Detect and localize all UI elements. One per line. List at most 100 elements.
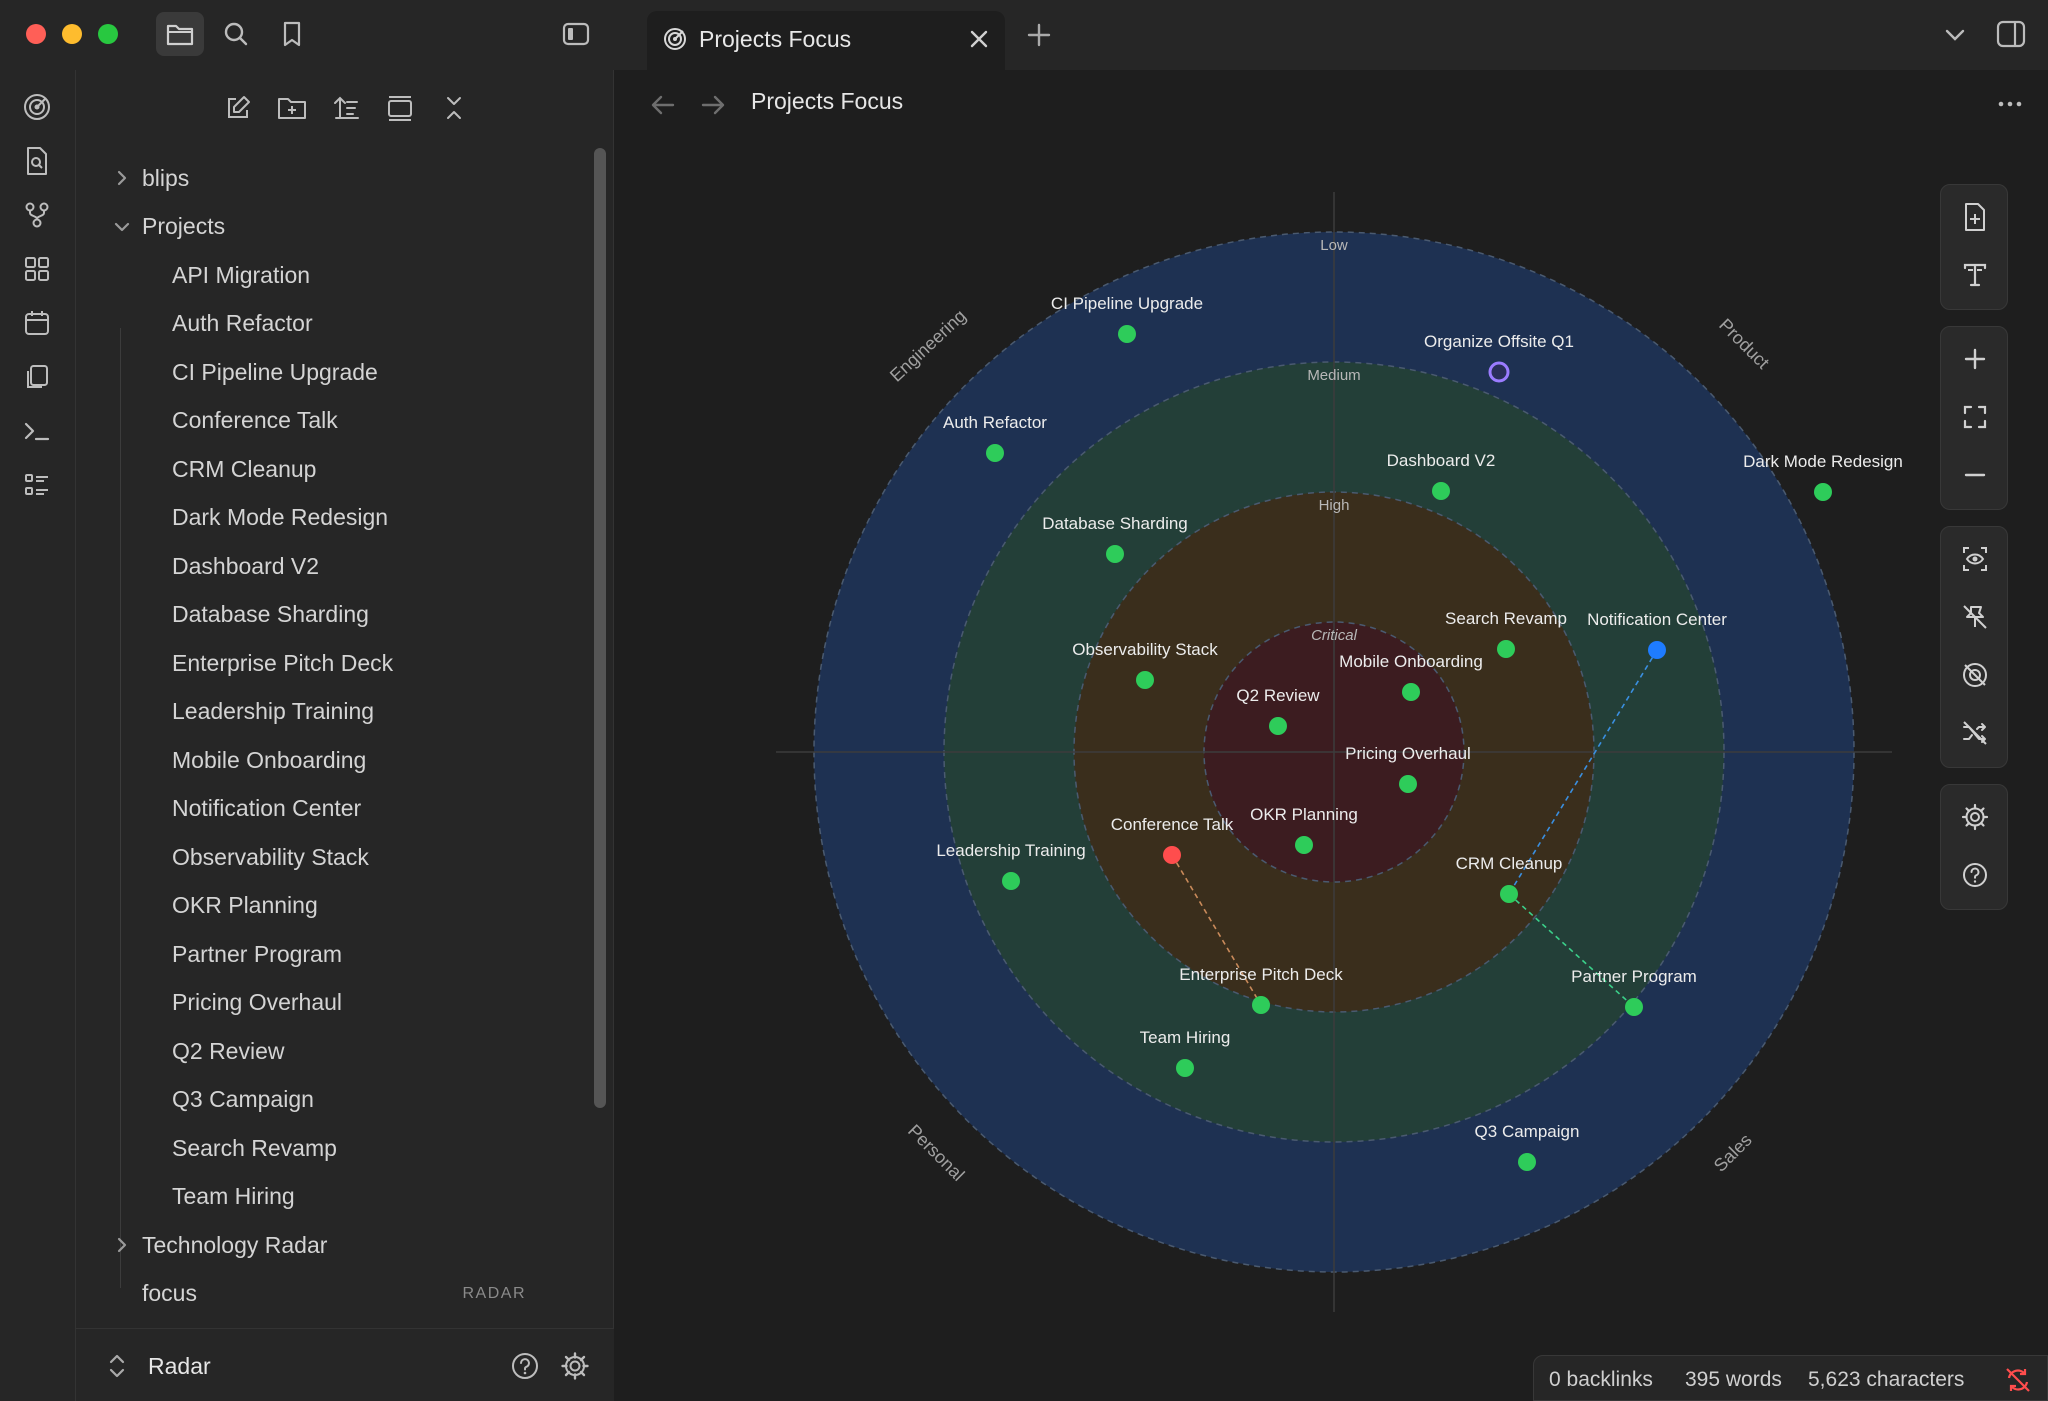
tree-item-project[interactable]: Pricing Overhaul bbox=[172, 983, 526, 1023]
blip-dot[interactable] bbox=[1814, 483, 1832, 501]
blip-dot[interactable] bbox=[1518, 1153, 1536, 1171]
settings-gear-icon[interactable] bbox=[560, 1351, 590, 1381]
sort-button[interactable] bbox=[328, 90, 364, 126]
auto-reveal-button[interactable] bbox=[382, 90, 418, 126]
add-note-button[interactable] bbox=[1957, 199, 1993, 235]
tree-item-project[interactable]: API Migration bbox=[172, 255, 526, 295]
fit-to-screen-button[interactable] bbox=[1957, 399, 1993, 435]
blip-dot[interactable] bbox=[1163, 846, 1181, 864]
tree-item-project[interactable]: Leadership Training bbox=[172, 692, 526, 732]
focus-view-button[interactable] bbox=[1957, 541, 1993, 577]
new-tab-icon[interactable] bbox=[1024, 20, 1054, 50]
blip-dot[interactable] bbox=[1488, 361, 1510, 383]
blip-dot[interactable] bbox=[1252, 996, 1270, 1014]
minimize-window-button[interactable] bbox=[62, 24, 82, 44]
add-text-button[interactable] bbox=[1957, 257, 1993, 293]
radar-view-button[interactable] bbox=[20, 90, 54, 124]
maximize-icon bbox=[1963, 405, 1987, 429]
tree-folder-technology-radar[interactable]: Technology Radar bbox=[117, 1225, 526, 1265]
chevron-right-icon[interactable] bbox=[112, 1235, 132, 1255]
file-explorer-button[interactable] bbox=[156, 12, 204, 56]
zoom-out-button[interactable] bbox=[1957, 457, 1993, 493]
tree-folder-projects[interactable]: Projects bbox=[114, 207, 526, 247]
tree-item-project[interactable]: Observability Stack bbox=[172, 837, 526, 877]
close-window-button[interactable] bbox=[26, 24, 46, 44]
tree-item-project[interactable]: Database Sharding bbox=[172, 595, 526, 635]
vault-switcher[interactable]: Radar bbox=[76, 1328, 614, 1401]
blip-dot[interactable] bbox=[1106, 545, 1124, 563]
tree-item-file[interactable]: focus RADAR bbox=[142, 1274, 526, 1314]
radar-off-icon bbox=[1963, 663, 1987, 687]
blip-dot[interactable] bbox=[1432, 482, 1450, 500]
toggle-sidebar-button[interactable] bbox=[552, 12, 600, 56]
chevron-down-icon[interactable] bbox=[112, 217, 132, 237]
help-icon[interactable] bbox=[510, 1351, 540, 1381]
daily-notes-button[interactable] bbox=[20, 306, 54, 340]
tree-item-project[interactable]: Dashboard V2 bbox=[172, 546, 526, 586]
collapse-all-button[interactable] bbox=[436, 90, 472, 126]
graph-view-button[interactable] bbox=[20, 198, 54, 232]
tab-projects-focus[interactable]: Projects Focus bbox=[647, 11, 1005, 70]
blip-dot[interactable] bbox=[1136, 671, 1154, 689]
tree-folder-blips[interactable]: blips bbox=[117, 158, 526, 198]
close-tab-icon[interactable] bbox=[965, 25, 993, 53]
tree-item-project[interactable]: Partner Program bbox=[172, 934, 526, 974]
tree-item-project[interactable]: CI Pipeline Upgrade bbox=[172, 352, 526, 392]
blip-dot[interactable] bbox=[986, 444, 1004, 462]
tree-item-project[interactable]: Search Revamp bbox=[172, 1128, 526, 1168]
new-folder-button[interactable] bbox=[274, 90, 310, 126]
templates-button[interactable] bbox=[20, 360, 54, 394]
sidebar-scrollbar[interactable] bbox=[594, 148, 606, 1108]
tree-item-project[interactable]: Q2 Review bbox=[172, 1031, 526, 1071]
blip-dot[interactable] bbox=[1269, 717, 1287, 735]
radar-icon bbox=[24, 94, 50, 120]
chevron-up-down-icon bbox=[109, 1354, 125, 1378]
tree-item-project[interactable]: Conference Talk bbox=[172, 401, 526, 441]
tree-item-project[interactable]: Notification Center bbox=[172, 789, 526, 829]
tree-item-label: Notification Center bbox=[172, 795, 362, 821]
new-note-button[interactable] bbox=[220, 90, 256, 126]
back-arrow-icon[interactable] bbox=[648, 90, 678, 120]
blip-dot[interactable] bbox=[1118, 325, 1136, 343]
tree-item-project[interactable]: Enterprise Pitch Deck bbox=[172, 643, 526, 683]
blip-dot[interactable] bbox=[1625, 998, 1643, 1016]
search-notes-button[interactable] bbox=[20, 144, 54, 178]
blip-label: Pricing Overhaul bbox=[1345, 744, 1471, 763]
canvas-button[interactable] bbox=[20, 252, 54, 286]
blip-dot[interactable] bbox=[1497, 640, 1515, 658]
toggle-links-button[interactable] bbox=[1957, 715, 1993, 751]
blip-dot[interactable] bbox=[1002, 872, 1020, 890]
tree-item-project[interactable]: Dark Mode Redesign bbox=[172, 498, 526, 538]
maximize-window-button[interactable] bbox=[98, 24, 118, 44]
tree-item-file[interactable]: Full radarRADAR bbox=[142, 1322, 526, 1325]
tree-item-project[interactable]: Auth Refactor bbox=[172, 304, 526, 344]
blip-dot[interactable] bbox=[1500, 885, 1518, 903]
chevron-right-icon[interactable] bbox=[112, 168, 132, 188]
radar-settings-button[interactable] bbox=[1957, 799, 1993, 835]
tree-item-project[interactable]: Mobile Onboarding bbox=[172, 740, 526, 780]
search-button[interactable] bbox=[212, 12, 260, 56]
tree-item-project[interactable]: OKR Planning bbox=[172, 886, 526, 926]
file-search-icon bbox=[27, 147, 47, 175]
tree-item-project[interactable]: Team Hiring bbox=[172, 1177, 526, 1217]
toggle-pins-button[interactable] bbox=[1957, 599, 1993, 635]
sync-off-icon[interactable] bbox=[2004, 1366, 2032, 1394]
right-sidebar-toggle-icon[interactable] bbox=[1996, 20, 2026, 48]
forward-arrow-icon[interactable] bbox=[698, 90, 728, 120]
command-palette-button[interactable] bbox=[20, 414, 54, 448]
zoom-in-button[interactable] bbox=[1957, 341, 1993, 377]
radar-help-button[interactable] bbox=[1957, 857, 1993, 893]
tree-item-project[interactable]: CRM Cleanup bbox=[172, 449, 526, 489]
outline-button[interactable] bbox=[20, 468, 54, 502]
backlinks-count[interactable]: 0 backlinks bbox=[1549, 1368, 1653, 1392]
blip-dot[interactable] bbox=[1176, 1059, 1194, 1077]
toggle-rings-button[interactable] bbox=[1957, 657, 1993, 693]
bookmarks-button[interactable] bbox=[268, 12, 316, 56]
more-options-icon[interactable] bbox=[1996, 90, 2024, 118]
blip-dot[interactable] bbox=[1399, 775, 1417, 793]
tree-item-project[interactable]: Q3 Campaign bbox=[172, 1080, 526, 1120]
blip-dot[interactable] bbox=[1295, 836, 1313, 854]
tab-list-chevron-icon[interactable] bbox=[1942, 22, 1968, 48]
blip-dot[interactable] bbox=[1402, 683, 1420, 701]
blip-dot[interactable] bbox=[1648, 641, 1666, 659]
